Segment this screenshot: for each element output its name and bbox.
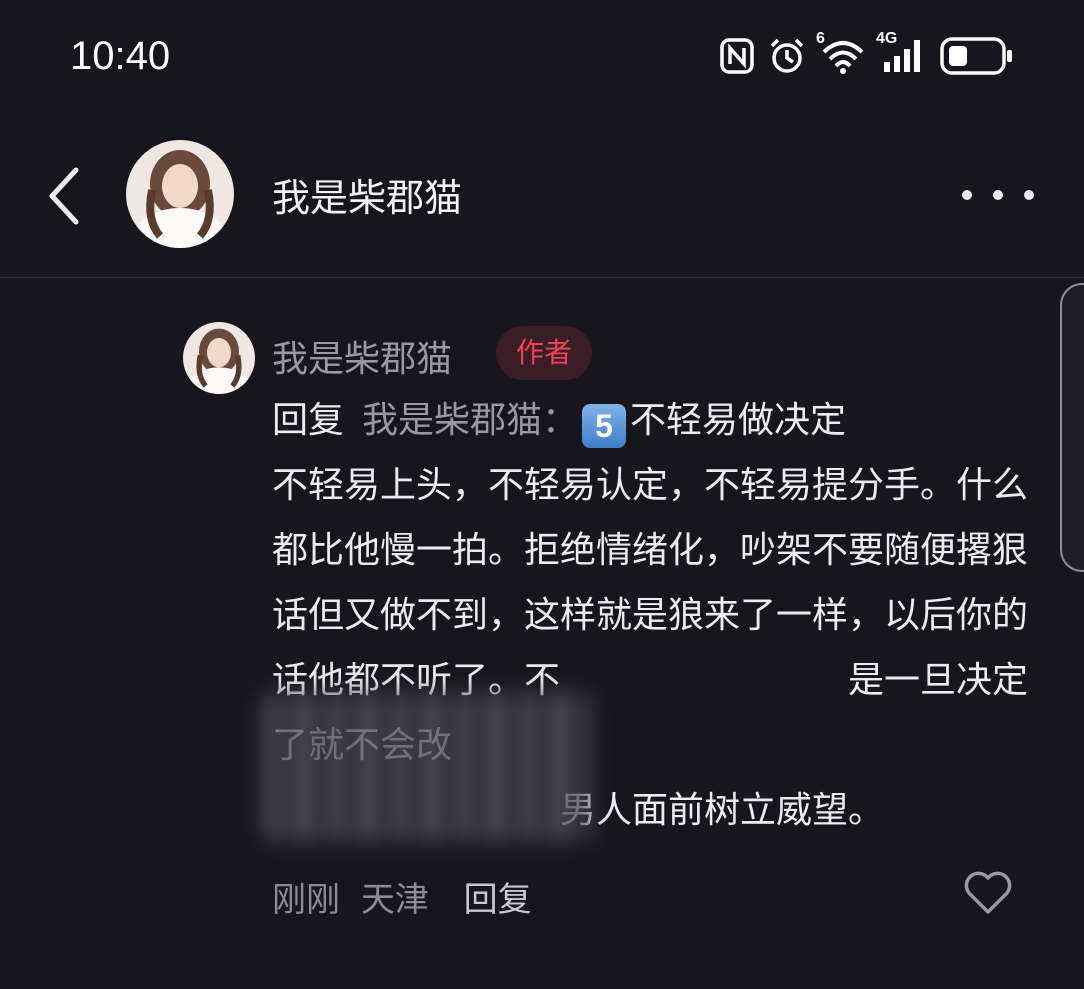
author-badge: 作者 [496,326,593,380]
comment-location: 天津 [360,880,429,920]
reply-label: 回复 [272,400,345,441]
status-time: 10:40 [70,34,171,78]
nfc-icon [720,36,754,76]
reply-button[interactable]: 回复 [464,880,532,920]
signal-4g-icon: 4G [876,30,926,76]
back-button[interactable] [36,161,92,231]
keycap-5-icon: 5 [582,404,627,448]
battery-icon [940,36,1014,76]
network-label: 4G [876,30,898,47]
more-dot [1024,190,1034,200]
header-title: 我是柴郡猫 [272,176,463,220]
header-divider [0,277,1084,278]
chevron-left-icon [49,167,79,225]
comment-time: 刚刚 [272,880,340,920]
side-scroll-handle[interactable] [1060,283,1084,572]
more-dots-icon [962,190,972,200]
header-avatar[interactable] [126,140,234,248]
reply-target[interactable]: 我是柴郡猫： [362,400,578,441]
wifi-label: 6 [816,30,825,47]
chat-header: 我是柴郡猫 [0,115,1084,277]
comment-avatar[interactable] [183,322,255,394]
more-dot [993,190,1003,200]
status-icons: 6 4G [720,30,1014,76]
alarm-icon [768,36,806,76]
heart-outline-icon [964,871,1012,914]
status-bar: 10:40 6 4G [0,0,1084,110]
more-button[interactable] [962,175,1034,215]
comment-meta: 刚刚 天津 回复 [272,872,532,921]
comment-author[interactable]: 我是柴郡猫 [272,330,452,382]
wifi-6-icon: 6 [816,30,866,76]
blurred-redaction [262,692,592,842]
like-button[interactable] [962,868,1014,916]
